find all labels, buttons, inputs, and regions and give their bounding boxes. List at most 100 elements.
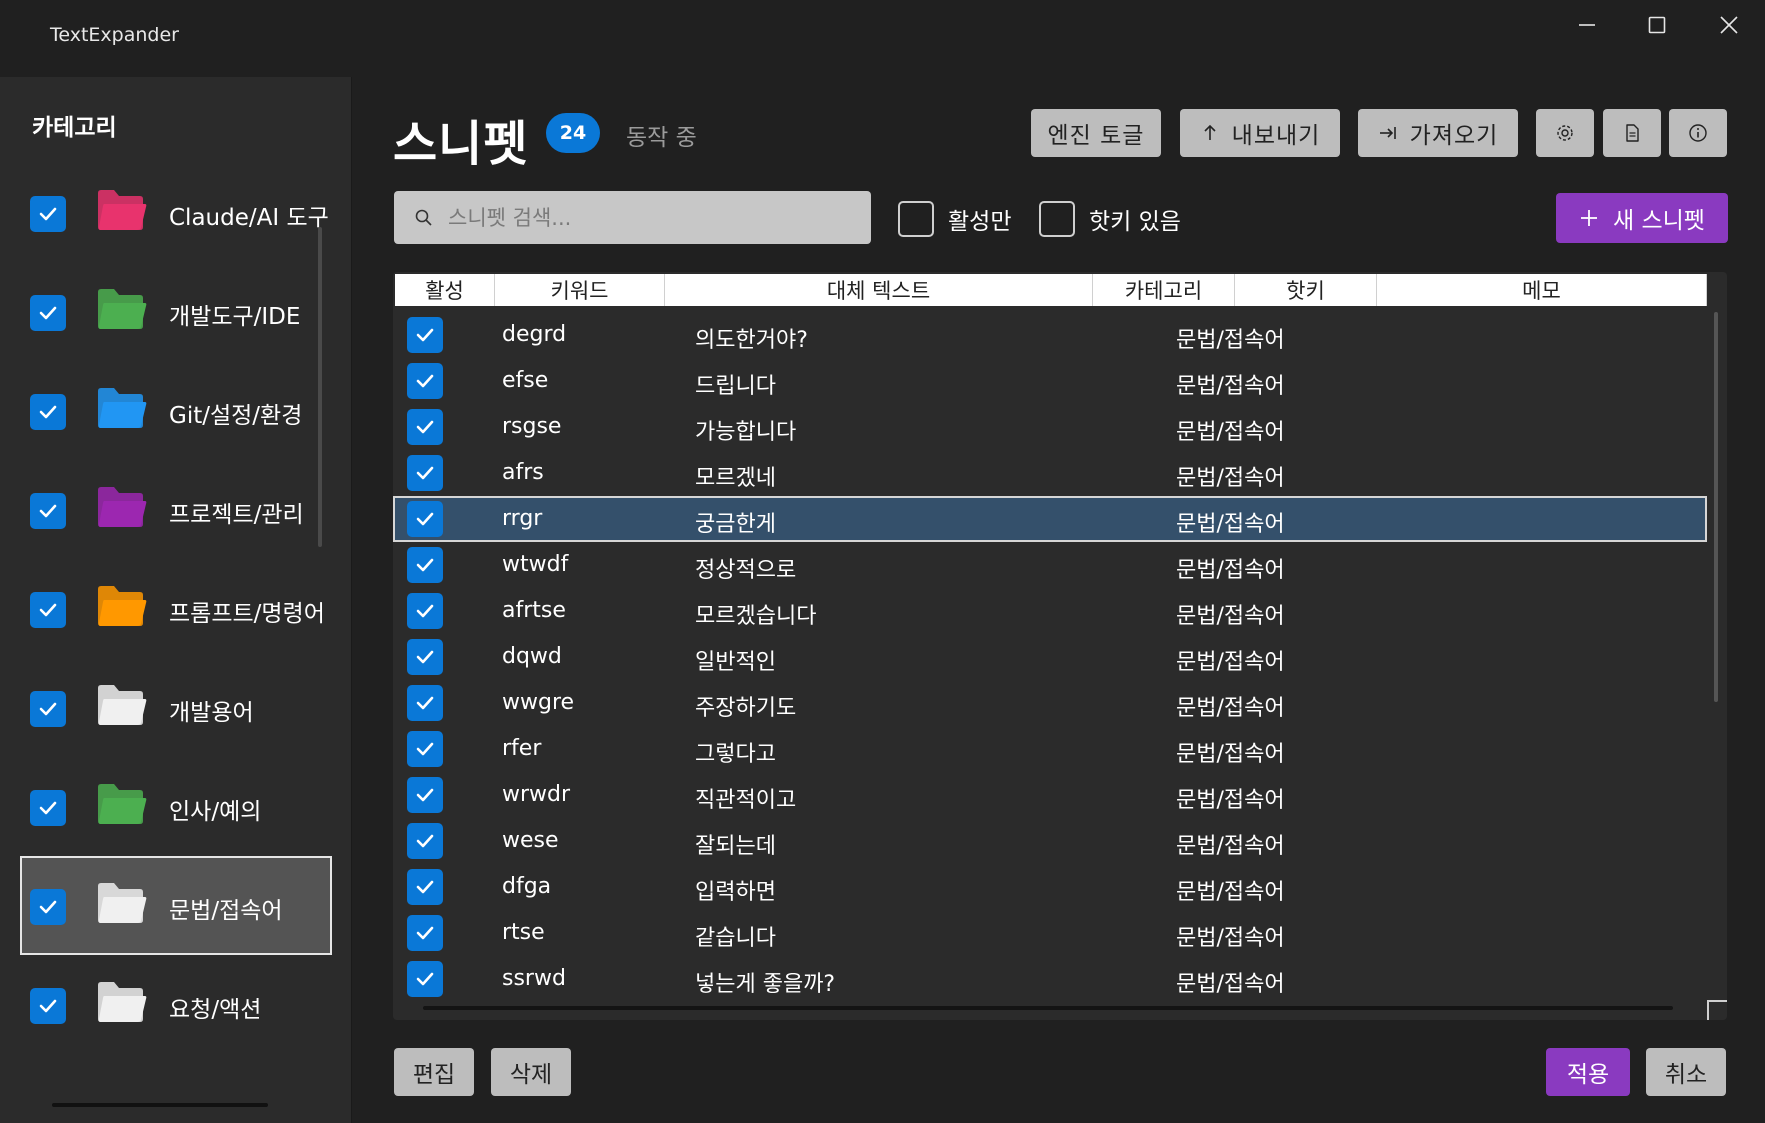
table-row[interactable]: afrs 모르겠네 문법/접속어 xyxy=(393,450,1707,496)
delete-button[interactable]: 삭제 xyxy=(491,1048,571,1096)
table-row[interactable]: wrwdr 직관적이고 문법/접속어 xyxy=(393,772,1707,818)
replacement-cell: 입력하면 xyxy=(695,880,776,905)
search-input[interactable] xyxy=(448,191,858,244)
snippet-table: 활성 키워드 대체 텍스트 카테고리 핫키 메모 degrd 의도한거야? 문법/접속어 efs… xyxy=(393,272,1727,1020)
table-row[interactable]: wtwdf 정상적으로 문법/접속어 xyxy=(393,542,1707,588)
checkmark-icon xyxy=(39,999,57,1013)
table-row[interactable]: efse 드립니다 문법/접속어 xyxy=(393,358,1707,404)
category-item[interactable]: Claude/AI 도구 xyxy=(20,163,332,262)
active-checkbox[interactable] xyxy=(407,501,443,537)
column-header[interactable]: 대체 텍스트 xyxy=(665,274,1093,306)
category-item[interactable]: 개발도구/IDE xyxy=(20,262,332,361)
table-row[interactable]: rsgse 가능합니다 문법/접속어 xyxy=(393,404,1707,450)
table-row[interactable]: afrtse 모르겠습니다 문법/접속어 xyxy=(393,588,1707,634)
export-button[interactable]: 내보내기 xyxy=(1180,109,1340,157)
table-row[interactable]: rrgr 궁금한게 문법/접속어 xyxy=(393,496,1707,542)
active-checkbox[interactable] xyxy=(407,455,443,491)
category-item[interactable]: Git/설정/환경 xyxy=(20,361,332,460)
engine-toggle-button[interactable]: 엔진 토글 xyxy=(1031,109,1161,157)
table-row[interactable]: degrd 의도한거야? 문법/접속어 xyxy=(393,312,1707,358)
checkmark-icon xyxy=(39,801,57,815)
table-row[interactable]: ssrwd 넣는게 좋을까? 문법/접속어 xyxy=(393,956,1707,1002)
table-row[interactable]: rfer 그렇다고 문법/접속어 xyxy=(393,726,1707,772)
import-button[interactable]: 가져오기 xyxy=(1358,109,1518,157)
replacement-cell: 그렇다고 xyxy=(695,742,776,767)
active-checkbox[interactable] xyxy=(407,961,443,997)
edit-button[interactable]: 편집 xyxy=(394,1048,474,1096)
category-item[interactable]: 요청/액션 xyxy=(20,955,332,1054)
active-checkbox[interactable] xyxy=(407,823,443,859)
apply-button[interactable]: 적용 xyxy=(1546,1048,1630,1096)
category-checkbox[interactable] xyxy=(30,196,66,232)
replacement-cell: 같습니다 xyxy=(695,926,776,951)
active-checkbox[interactable] xyxy=(407,685,443,721)
info-button[interactable] xyxy=(1669,109,1727,157)
category-item[interactable]: 프로젝트/관리 xyxy=(20,460,332,559)
checkmark-icon xyxy=(39,702,57,716)
maximize-button[interactable] xyxy=(1622,0,1692,50)
column-header[interactable]: 활성 xyxy=(395,274,495,306)
column-header[interactable]: 키워드 xyxy=(495,274,665,306)
close-button[interactable] xyxy=(1694,0,1764,50)
active-checkbox[interactable] xyxy=(407,363,443,399)
keyword-cell: degrd xyxy=(502,322,567,347)
cancel-button[interactable]: 취소 xyxy=(1646,1048,1726,1096)
category-cell: 문법/접속어 xyxy=(1176,926,1285,951)
table-row[interactable]: wese 잘되는데 문법/접속어 xyxy=(393,818,1707,864)
category-checkbox[interactable] xyxy=(30,691,66,727)
active-checkbox[interactable] xyxy=(407,869,443,905)
active-checkbox[interactable] xyxy=(407,547,443,583)
delete-label: 삭제 xyxy=(509,1062,553,1088)
active-checkbox[interactable] xyxy=(407,593,443,629)
table-row[interactable]: wwgre 주장하기도 문법/접속어 xyxy=(393,680,1707,726)
sidebar-scrollbar[interactable] xyxy=(318,227,322,547)
window-title: TextExpander xyxy=(50,24,179,46)
folder-icon xyxy=(98,685,147,725)
document-button[interactable] xyxy=(1603,109,1661,157)
column-header[interactable]: 핫키 xyxy=(1235,274,1377,306)
category-checkbox[interactable] xyxy=(30,988,66,1024)
settings-button[interactable] xyxy=(1536,109,1594,157)
resize-grip[interactable] xyxy=(1707,1000,1727,1020)
category-item[interactable]: 문법/접속어 xyxy=(20,856,332,955)
category-checkbox[interactable] xyxy=(30,295,66,331)
category-checkbox[interactable] xyxy=(30,790,66,826)
table-horizontal-scrollbar[interactable] xyxy=(423,1006,1673,1010)
category-item[interactable]: 인사/예의 xyxy=(20,757,332,856)
has-hotkey-filter[interactable]: 핫키 있음 xyxy=(1039,201,1181,237)
has-hotkey-checkbox[interactable] xyxy=(1039,201,1075,237)
table-vertical-scrollbar[interactable] xyxy=(1714,312,1718,702)
active-checkbox[interactable] xyxy=(407,915,443,951)
category-cell: 문법/접속어 xyxy=(1176,558,1285,583)
new-snippet-label: 새 스니펫 xyxy=(1613,208,1705,234)
column-header[interactable]: 카테고리 xyxy=(1093,274,1235,306)
table-row[interactable]: dqwd 일반적인 문법/접속어 xyxy=(393,634,1707,680)
new-snippet-button[interactable]: 새 스니펫 xyxy=(1556,193,1728,243)
category-checkbox[interactable] xyxy=(30,394,66,430)
table-row[interactable]: rtse 같습니다 문법/접속어 xyxy=(393,910,1707,956)
active-checkbox[interactable] xyxy=(407,409,443,445)
category-cell: 문법/접속어 xyxy=(1176,420,1285,445)
active-checkbox[interactable] xyxy=(407,777,443,813)
category-cell: 문법/접속어 xyxy=(1176,788,1285,813)
active-only-checkbox[interactable] xyxy=(898,201,934,237)
category-label: 프롬프트/명령어 xyxy=(169,601,325,627)
column-header[interactable]: 메모 xyxy=(1377,274,1707,306)
minimize-button[interactable] xyxy=(1552,0,1622,50)
category-checkbox[interactable] xyxy=(30,592,66,628)
search-field[interactable] xyxy=(394,191,871,244)
category-checkbox[interactable] xyxy=(30,493,66,529)
category-item[interactable]: 개발용어 xyxy=(20,658,332,757)
import-label: 가져오기 xyxy=(1409,123,1499,149)
category-label: 인사/예의 xyxy=(169,799,262,825)
active-only-filter[interactable]: 활성만 xyxy=(898,201,1011,237)
folder-icon xyxy=(98,289,147,329)
active-checkbox[interactable] xyxy=(407,317,443,353)
category-label: Claude/AI 도구 xyxy=(169,205,329,231)
table-row[interactable]: dfga 입력하면 문법/접속어 xyxy=(393,864,1707,910)
active-checkbox[interactable] xyxy=(407,639,443,675)
category-checkbox[interactable] xyxy=(30,889,66,925)
sidebar-horizontal-scrollbar[interactable] xyxy=(52,1103,268,1107)
category-item[interactable]: 프롬프트/명령어 xyxy=(20,559,332,658)
active-checkbox[interactable] xyxy=(407,731,443,767)
